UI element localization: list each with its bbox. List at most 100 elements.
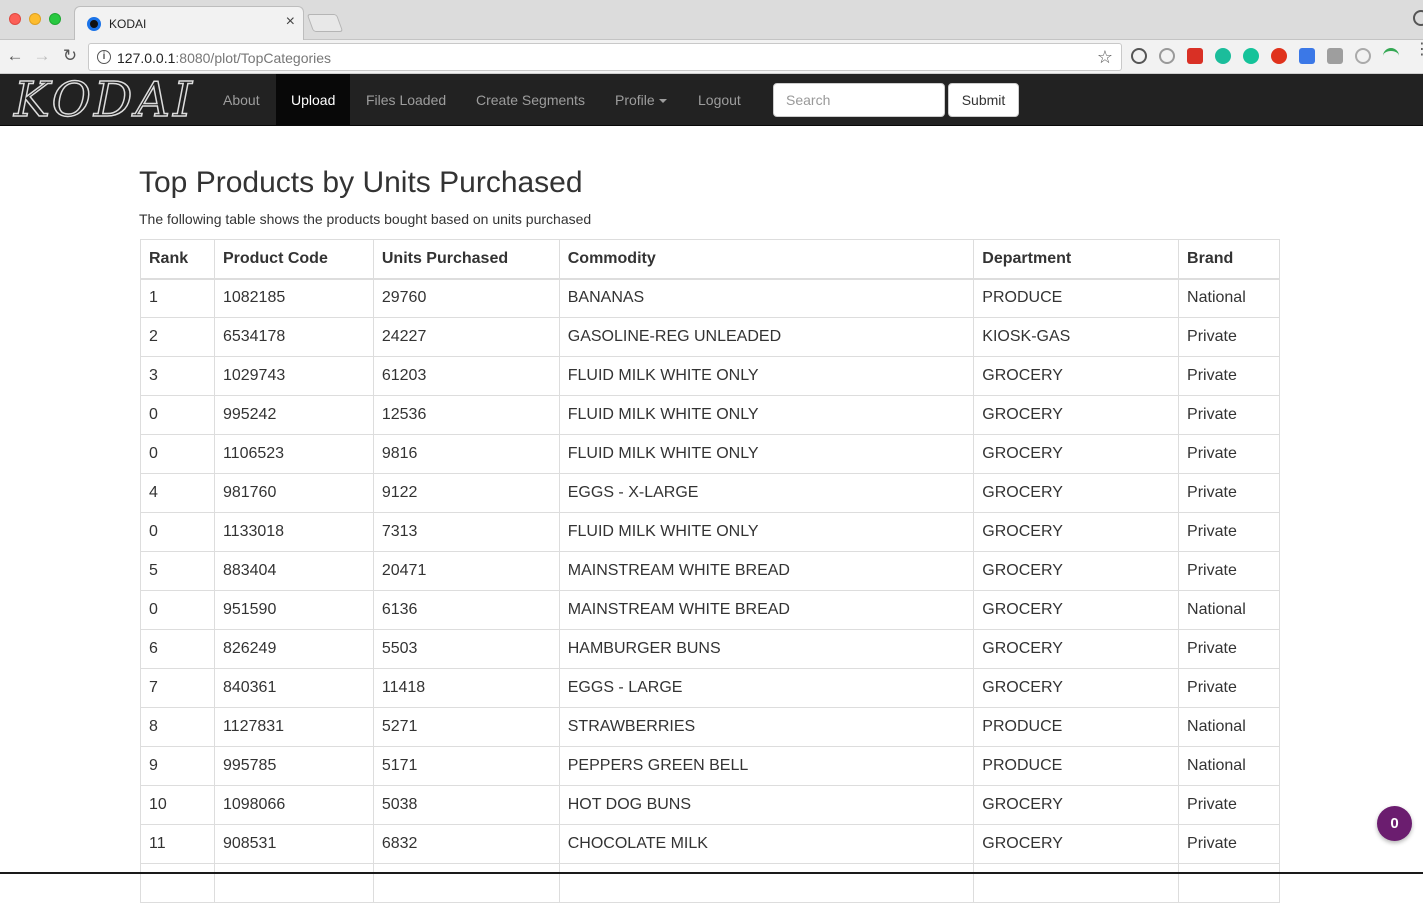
cell-commodity: EGGS - X-LARGE [558,473,975,513]
cell-brand: Private [1178,473,1280,513]
cell-brand: National [1178,278,1280,318]
cell-units-purchased: 29760 [372,278,560,318]
cell-brand: Private [1178,824,1280,864]
forward-arrow-icon[interactable]: → [32,46,52,66]
browser-menu-icon[interactable]: ⋮ [1414,42,1423,58]
cell-department: KIOSK-GAS [973,317,1180,357]
cell-rank: 2 [140,317,215,357]
cell-rank: 10 [140,785,215,825]
caret-down-icon [658,99,667,104]
cell-units-purchased: 7313 [372,512,560,552]
table-row: 1 1082185 29760 BANANAS PRODUCE National [140,278,1280,318]
search-input[interactable] [773,83,945,117]
extension-9-icon[interactable] [1355,48,1371,64]
reload-icon[interactable]: ↻ [60,46,80,66]
cell-brand: National [1178,590,1280,630]
chat-count-badge[interactable]: 0 [1377,806,1412,841]
close-tab-icon[interactable]: × [286,14,295,30]
header-brand: Brand [1178,239,1280,280]
extension-7-icon[interactable] [1299,48,1315,64]
table-row: 11 908531 6832 CHOCOLATE MILK GROCERY Private [140,824,1280,864]
cell-department: PRODUCE [973,278,1180,318]
site-info-icon[interactable]: i [97,50,111,64]
extension-1-icon[interactable] [1131,48,1147,64]
cell-brand [1178,863,1280,903]
cell-brand: Private [1178,317,1280,357]
cell-product-code: 1106523 [213,434,374,474]
cell-units-purchased: 5271 [372,707,560,747]
table-row: 3 1029743 61203 FLUID MILK WHITE ONLY GROCER… [140,356,1280,396]
cell-product-code: 1133018 [213,512,374,552]
cell-product-code: 1127831 [213,707,374,747]
brand-logo[interactable]: KODAI [13,71,195,129]
cell-commodity: MAINSTREAM WHITE BREAD [558,551,975,591]
cell-product-code: 1029743 [213,356,374,396]
cell-department: GROCERY [973,824,1180,864]
cell-commodity [558,863,975,903]
header-department: Department [973,239,1180,280]
cell-department: PRODUCE [973,707,1180,747]
bookmark-star-icon[interactable]: ☆ [1097,47,1113,68]
cell-units-purchased: 6136 [372,590,560,630]
extension-10-icon[interactable] [1383,48,1399,64]
table-row: 0 1133018 7313 FLUID MILK WHITE ONLY GROCERY… [140,512,1280,552]
cell-commodity: PEPPERS GREEN BELL [558,746,975,786]
extension-2-icon[interactable] [1159,48,1175,64]
cell-department: GROCERY [973,629,1180,669]
nav-logout[interactable]: Logout [683,74,756,126]
cell-commodity: CHOCOLATE MILK [558,824,975,864]
cell-units-purchased: 9816 [372,434,560,474]
browser-toolbar: ← → ↻ i 127.0.0.1:8080/plot/TopCategorie… [0,40,1423,74]
cell-units-purchased: 61203 [372,356,560,396]
cell-units-purchased: 5038 [372,785,560,825]
cell-brand: Private [1178,512,1280,552]
extension-8-icon[interactable] [1327,48,1343,64]
nav-files-loaded[interactable]: Files Loaded [351,74,461,126]
cell-commodity: FLUID MILK WHITE ONLY [558,434,975,474]
nav-profile-dropdown[interactable]: Profile [600,74,682,126]
cell-rank: 1 [140,278,215,318]
table-header-row: Rank Product Code Units Purchased Commod… [140,239,1280,280]
cell-product-code: 995785 [213,746,374,786]
browser-tab[interactable]: KODAI × [74,6,304,40]
cell-product-code: 951590 [213,590,374,630]
cell-department: GROCERY [973,434,1180,474]
adblock-icon[interactable] [1271,48,1287,64]
page-title: Top Products by Units Purchased [139,166,583,199]
page-description: The following table shows the products b… [139,211,592,227]
cell-commodity: EGGS - LARGE [558,668,975,708]
cell-units-purchased: 9122 [372,473,560,513]
cell-commodity: HAMBURGER BUNS [558,629,975,669]
profile-icon[interactable] [1413,10,1423,26]
nav-upload[interactable]: Upload [276,74,351,126]
cell-department: PRODUCE [973,746,1180,786]
table-row: 0 995242 12536 FLUID MILK WHITE ONLY GROCERY… [140,395,1280,435]
cell-brand: Private [1178,434,1280,474]
cell-rank: 0 [140,434,215,474]
cell-brand: National [1178,746,1280,786]
cell-product-code: 1098066 [213,785,374,825]
table-row: 6 826249 5503 HAMBURGER BUNS GROCERY Private [140,629,1280,669]
extension-4-icon[interactable] [1215,48,1231,64]
nav-about[interactable]: About [208,74,275,126]
extension-3-icon[interactable] [1187,48,1203,64]
close-window-button[interactable] [9,13,21,25]
tab-title: KODAI [109,17,147,31]
maximize-window-button[interactable] [49,13,61,25]
nav-create-segments[interactable]: Create Segments [461,74,600,126]
grammarly-icon[interactable] [1243,48,1259,64]
browser-tab-strip: KODAI × [0,0,1423,40]
table-row: 10 1098066 5038 HOT DOG BUNS GROCERY Private [140,785,1280,825]
cell-commodity: BANANAS [558,278,975,318]
back-arrow-icon[interactable]: ← [5,46,25,66]
cell-product-code: 826249 [213,629,374,669]
cell-commodity: HOT DOG BUNS [558,785,975,825]
cell-department: GROCERY [973,395,1180,435]
submit-button[interactable]: Submit [948,83,1019,117]
url-text: 127.0.0.1:8080/plot/TopCategories [117,50,331,66]
address-bar[interactable]: i 127.0.0.1:8080/plot/TopCategories ☆ [88,43,1122,71]
cell-brand: National [1178,707,1280,747]
cell-commodity: STRAWBERRIES [558,707,975,747]
minimize-window-button[interactable] [29,13,41,25]
new-tab-button[interactable] [306,14,344,32]
